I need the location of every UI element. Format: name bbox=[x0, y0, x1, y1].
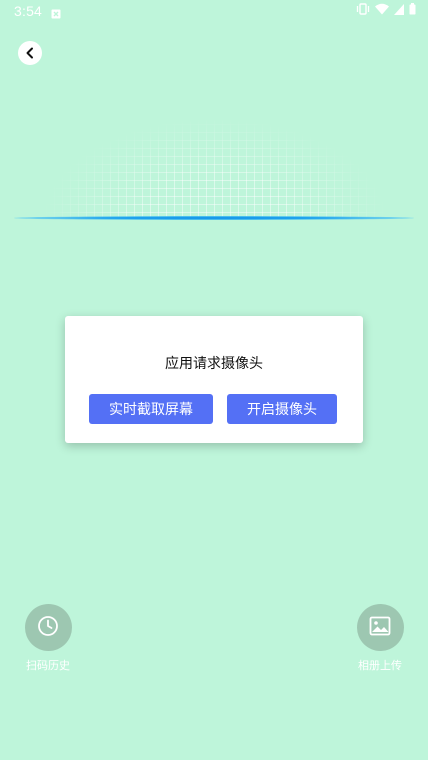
wifi-icon bbox=[375, 2, 389, 20]
back-button[interactable] bbox=[18, 41, 42, 65]
vibrate-icon bbox=[356, 2, 370, 20]
album-upload-circle[interactable] bbox=[356, 604, 404, 651]
notification-icon bbox=[51, 6, 61, 19]
open-camera-button[interactable]: 开启摄像头 bbox=[227, 394, 337, 424]
battery-icon bbox=[409, 2, 416, 20]
scan-history-circle[interactable] bbox=[24, 604, 72, 651]
camera-request-dialog: 应用请求摄像头 实时截取屏幕 开启摄像头 bbox=[65, 316, 363, 443]
scan-line bbox=[14, 216, 414, 220]
signal-icon bbox=[394, 2, 404, 20]
scan-history-button[interactable]: 扫码历史 bbox=[8, 604, 88, 673]
scan-history-label: 扫码历史 bbox=[26, 659, 70, 672]
screen-capture-button[interactable]: 实时截取屏幕 bbox=[89, 394, 213, 424]
clock-icon bbox=[37, 615, 59, 641]
scanner-grid bbox=[30, 100, 400, 218]
status-time: 3:54 bbox=[14, 3, 43, 19]
status-bar: 3:54 bbox=[0, 0, 428, 24]
album-upload-label: 相册上传 bbox=[358, 659, 402, 672]
chevron-left-icon bbox=[25, 44, 35, 63]
status-icons bbox=[356, 2, 416, 20]
album-upload-button[interactable]: 相册上传 bbox=[340, 604, 420, 673]
dialog-title: 应用请求摄像头 bbox=[165, 356, 263, 372]
image-icon bbox=[369, 616, 391, 640]
